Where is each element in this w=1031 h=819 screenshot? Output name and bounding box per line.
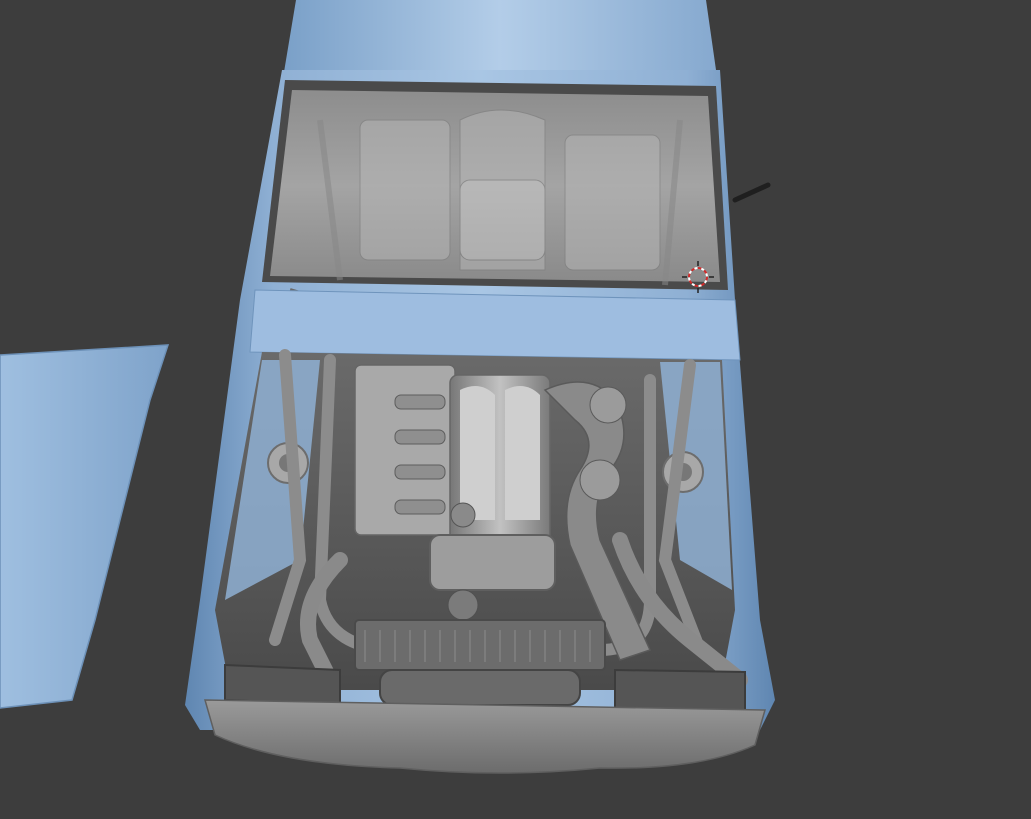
car-model-render	[0, 0, 775, 774]
3d-viewport[interactable]	[0, 0, 1031, 819]
interior-seats	[317, 109, 683, 286]
antenna	[732, 182, 771, 203]
front-bumper	[204, 699, 766, 774]
radiator	[354, 619, 606, 671]
grille-center	[379, 669, 581, 706]
headlight-right	[614, 668, 746, 714]
headlight-left	[224, 663, 341, 707]
cowl-panel	[249, 289, 741, 361]
detached-hood-panel	[0, 344, 170, 709]
